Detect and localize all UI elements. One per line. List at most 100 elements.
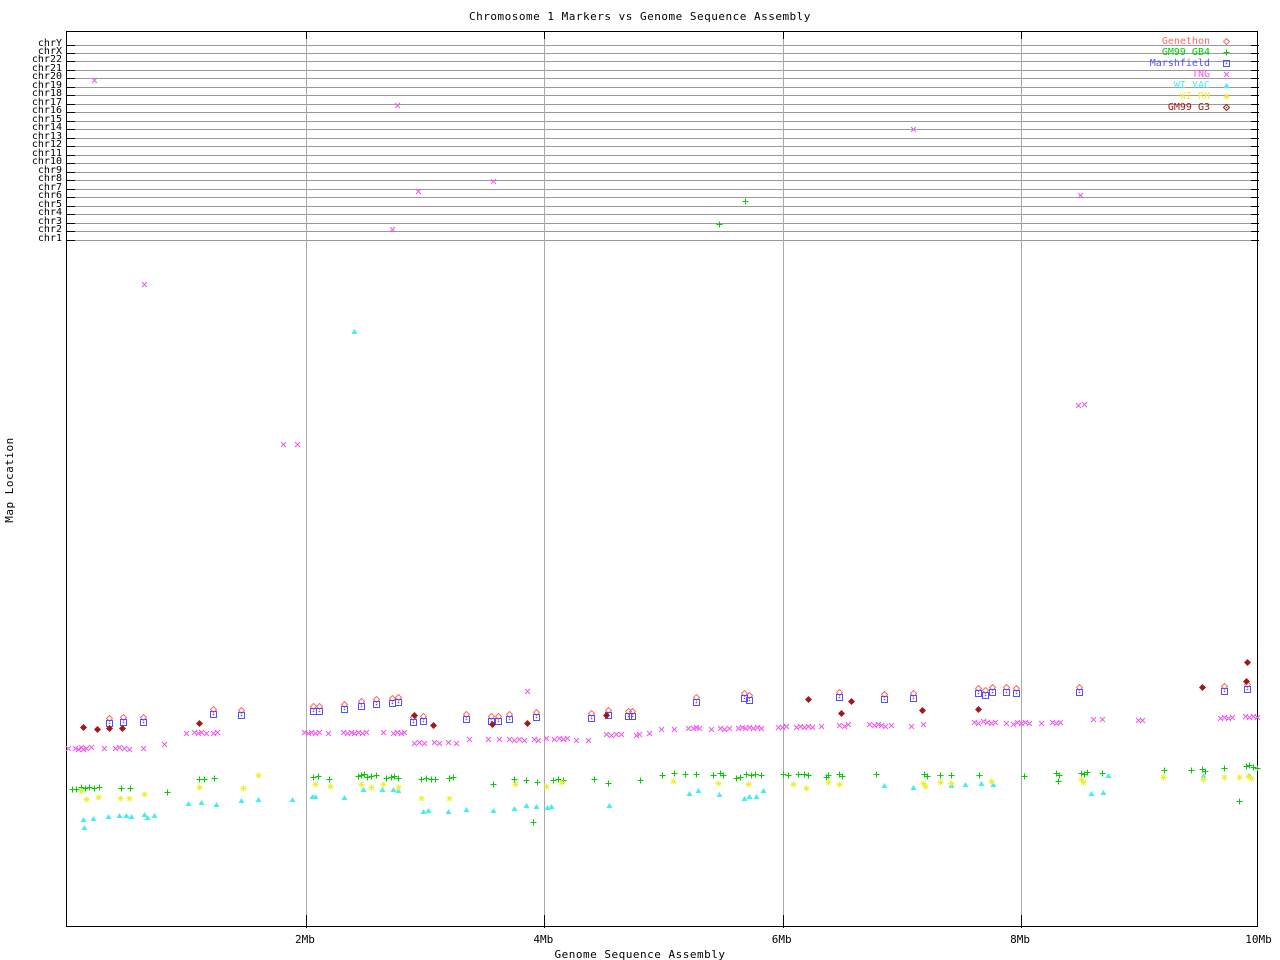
- data-point-wi-yac[interactable]: [238, 797, 245, 804]
- data-point-wi-yac[interactable]: [753, 793, 760, 800]
- data-point-gm99-g3[interactable]: [429, 721, 437, 729]
- data-point-gm99-gb4[interactable]: [1055, 778, 1062, 785]
- data-point-wi-rh[interactable]: [543, 783, 550, 790]
- data-point-marshfield[interactable]: [494, 717, 502, 725]
- data-point-wi-yac[interactable]: [746, 793, 753, 800]
- plot-area[interactable]: [65, 31, 1261, 928]
- legend-item-gm99-g3[interactable]: GM99 G3: [1138, 102, 1238, 113]
- data-point-marshfield[interactable]: [340, 705, 348, 713]
- data-point-gm99-gb4[interactable]: [211, 775, 218, 782]
- data-point-wi-rh[interactable]: [141, 791, 148, 798]
- data-point-wi-yac[interactable]: [445, 808, 452, 815]
- data-point-wi-rh[interactable]: [937, 779, 944, 786]
- data-point-gm99-gb4[interactable]: [523, 777, 530, 784]
- data-point-wi-yac[interactable]: [312, 793, 319, 800]
- data-point-wi-rh[interactable]: [196, 784, 203, 791]
- data-point-tng[interactable]: [65, 745, 72, 752]
- data-point-gm99-g3[interactable]: [1243, 658, 1251, 666]
- data-point-gm99-gb4[interactable]: [976, 772, 983, 779]
- data-point-wi-yac[interactable]: [686, 790, 693, 797]
- data-point-wi-yac[interactable]: [128, 813, 135, 820]
- data-point-tng[interactable]: [543, 735, 550, 742]
- data-point-tng[interactable]: [809, 724, 816, 731]
- data-point-gm99-gb4[interactable]: [373, 772, 380, 779]
- data-point-wi-rh[interactable]: [1080, 779, 1087, 786]
- data-point-marshfield[interactable]: [1002, 688, 1010, 696]
- data-point-wi-yac[interactable]: [213, 801, 220, 808]
- data-point-wi-yac[interactable]: [81, 824, 88, 831]
- data-point-gm99-gb4[interactable]: [1161, 767, 1168, 774]
- data-point-wi-yac[interactable]: [978, 780, 985, 787]
- data-point-tng[interactable]: [1090, 716, 1097, 723]
- data-point-tng[interactable]: [564, 735, 571, 742]
- data-point-wi-yac[interactable]: [341, 794, 348, 801]
- data-point-wi-rh[interactable]: [78, 788, 85, 795]
- data-point-gm99-gb4[interactable]: [785, 772, 792, 779]
- data-point-wi-rh[interactable]: [117, 795, 124, 802]
- data-point-gm99-g3[interactable]: [105, 724, 113, 732]
- data-point-tng[interactable]: [908, 723, 915, 730]
- data-point-wi-yac[interactable]: [116, 812, 123, 819]
- data-point-marshfield[interactable]: [237, 711, 245, 719]
- data-point-wi-rh[interactable]: [1248, 775, 1255, 782]
- data-point-tng[interactable]: [1026, 720, 1033, 727]
- data-point-marshfield[interactable]: [974, 689, 982, 697]
- data-point-gm99-g3[interactable]: [847, 697, 855, 705]
- data-point-gm99-gb4[interactable]: [432, 776, 439, 783]
- data-point-marshfield[interactable]: [1220, 687, 1228, 695]
- legend-item-genethon[interactable]: Genethon: [1138, 36, 1238, 47]
- data-point-tng[interactable]: [1254, 714, 1261, 721]
- data-point-tng[interactable]: [1077, 192, 1084, 199]
- data-point-gm99-g3[interactable]: [1198, 683, 1206, 691]
- data-point-gm99-g3[interactable]: [974, 705, 982, 713]
- data-point-tng[interactable]: [490, 178, 497, 185]
- data-point-tng[interactable]: [280, 441, 287, 448]
- data-point-marshfield[interactable]: [628, 712, 636, 720]
- data-point-wi-rh[interactable]: [126, 795, 133, 802]
- data-point-tng[interactable]: [325, 730, 332, 737]
- data-point-wi-rh[interactable]: [988, 778, 995, 785]
- legend-item-marshfield[interactable]: Marshfield: [1138, 58, 1238, 69]
- data-point-gm99-gb4[interactable]: [693, 771, 700, 778]
- data-point-tng[interactable]: [126, 746, 133, 753]
- data-point-tng[interactable]: [818, 723, 825, 730]
- data-point-gm99-gb4[interactable]: [490, 781, 497, 788]
- data-point-wi-rh[interactable]: [1236, 774, 1243, 781]
- data-point-gm99-gb4[interactable]: [1084, 769, 1091, 776]
- data-point-gm99-gb4[interactable]: [315, 773, 322, 780]
- data-point-wi-rh[interactable]: [825, 779, 832, 786]
- data-point-marshfield[interactable]: [880, 695, 888, 703]
- data-point-gm99-g3[interactable]: [488, 720, 496, 728]
- data-point-wi-rh[interactable]: [240, 785, 247, 792]
- data-point-marshfield[interactable]: [1243, 685, 1251, 693]
- data-point-wi-yac[interactable]: [760, 787, 767, 794]
- data-point-gm99-gb4[interactable]: [395, 775, 402, 782]
- data-point-gm99-g3[interactable]: [410, 711, 418, 719]
- data-point-gm99-gb4[interactable]: [118, 785, 125, 792]
- data-point-marshfield[interactable]: [209, 710, 217, 718]
- data-point-tng[interactable]: [415, 188, 422, 195]
- data-point-wi-yac[interactable]: [1105, 772, 1112, 779]
- data-point-gm99-gb4[interactable]: [948, 772, 955, 779]
- data-point-gm99-gb4[interactable]: [659, 772, 666, 779]
- data-point-wi-yac[interactable]: [962, 781, 969, 788]
- data-point-tng[interactable]: [920, 721, 927, 728]
- data-point-gm99-g3[interactable]: [523, 719, 531, 727]
- data-point-wi-rh[interactable]: [803, 785, 810, 792]
- data-point-tng[interactable]: [88, 744, 95, 751]
- legend-item-gm99-gb4[interactable]: GM99 GB4: [1138, 47, 1238, 58]
- data-point-gm99-g3[interactable]: [804, 695, 812, 703]
- data-point-wi-yac[interactable]: [1100, 789, 1107, 796]
- data-point-marshfield[interactable]: [315, 707, 323, 715]
- data-point-wi-rh[interactable]: [95, 794, 102, 801]
- data-point-gm99-gb4[interactable]: [637, 777, 644, 784]
- data-point-gm99-gb4[interactable]: [758, 772, 765, 779]
- data-point-marshfield[interactable]: [139, 718, 147, 726]
- data-point-marshfield[interactable]: [692, 698, 700, 706]
- data-point-marshfield[interactable]: [419, 717, 427, 725]
- data-point-wi-yac[interactable]: [425, 807, 432, 814]
- data-point-tng[interactable]: [696, 725, 703, 732]
- data-point-wi-yac[interactable]: [523, 802, 530, 809]
- data-point-wi-yac[interactable]: [695, 787, 702, 794]
- data-point-wi-yac[interactable]: [606, 802, 613, 809]
